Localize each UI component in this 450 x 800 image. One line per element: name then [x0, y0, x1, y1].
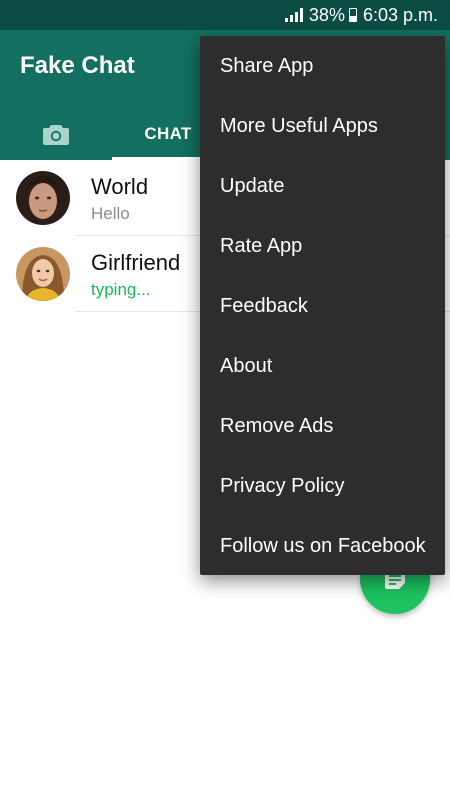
chat-name: World — [91, 174, 149, 199]
menu-item-rate-app[interactable]: Rate App — [200, 216, 445, 276]
avatar[interactable] — [16, 171, 70, 225]
menu-item-privacy-policy[interactable]: Privacy Policy — [200, 456, 445, 516]
menu-item-about[interactable]: About — [200, 336, 445, 396]
status-bar: 38% 6:03 p.m. — [0, 0, 450, 30]
tab-camera[interactable] — [0, 108, 112, 160]
menu-item-update[interactable]: Update — [200, 156, 445, 216]
status-time: 6:03 p.m. — [362, 4, 438, 25]
avatar[interactable] — [16, 247, 70, 301]
camera-icon — [43, 125, 69, 145]
chat-typing-indicator: typing... — [91, 280, 151, 299]
chat-last-message: Hello — [91, 204, 130, 223]
signal-icon — [284, 8, 303, 22]
battery-percent: 38% — [308, 4, 345, 25]
battery-icon — [348, 8, 357, 22]
avatar-image — [16, 171, 70, 225]
menu-item-follow-facebook[interactable]: Follow us on Facebook — [200, 516, 445, 576]
menu-item-more-useful-apps[interactable]: More Useful Apps — [200, 96, 445, 156]
avatar-image — [16, 247, 70, 301]
menu-item-share-app[interactable]: Share App — [200, 36, 445, 96]
chat-name: Girlfriend — [91, 250, 181, 275]
menu-item-feedback[interactable]: Feedback — [200, 276, 445, 336]
overflow-menu: Share App More Useful Apps Update Rate A… — [200, 36, 445, 575]
menu-item-remove-ads[interactable]: Remove Ads — [200, 396, 445, 456]
app-title: Fake Chat — [20, 52, 135, 79]
